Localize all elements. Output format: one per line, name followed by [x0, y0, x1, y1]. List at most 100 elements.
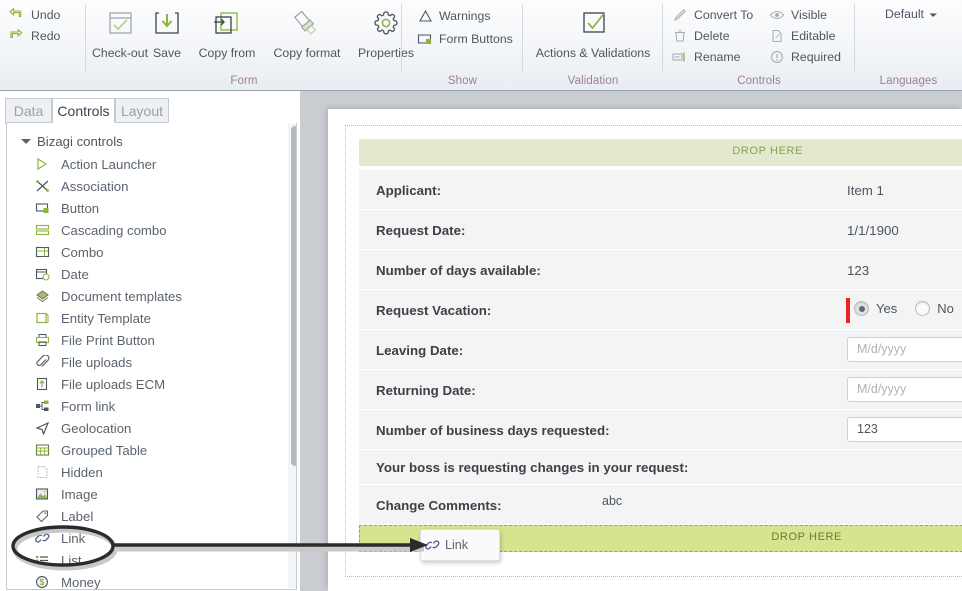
copy-from-button[interactable]: Copy from: [190, 4, 264, 62]
rename-icon: [671, 49, 689, 65]
form-buttons-toggle[interactable]: Form Buttons: [416, 31, 513, 47]
control-item-label: List: [61, 552, 82, 568]
drop-here-label: DROP HERE: [771, 531, 842, 543]
eye-icon: [768, 7, 786, 23]
undo-arrow-icon: [8, 7, 26, 23]
tree-root-bizagi-controls[interactable]: Bizagi controls: [21, 134, 123, 149]
control-item-label: File uploads ECM: [61, 376, 166, 392]
actions-validations-button[interactable]: Actions & Validations: [528, 4, 658, 62]
copy-format-button[interactable]: Copy format: [263, 4, 351, 62]
rename-button[interactable]: Rename: [671, 49, 740, 65]
control-item-label: Cascading combo: [61, 222, 167, 238]
form-row-business-days[interactable]: Number of business days requested: 123: [359, 410, 962, 449]
form-row-request-date[interactable]: Request Date: 1/1/1900: [359, 210, 962, 249]
editable-toggle[interactable]: Editable: [768, 28, 835, 44]
control-item-file-print-button[interactable]: File Print Button: [35, 329, 155, 351]
control-item-label: File uploads: [61, 354, 133, 370]
control-item-label-control[interactable]: Label: [35, 505, 93, 527]
redo-label: Redo: [31, 29, 61, 43]
application-window: Undo Redo Check-out Save Copy from Copy …: [0, 0, 962, 591]
form-row-days-available[interactable]: Number of days available: 123: [359, 250, 962, 289]
control-item-link[interactable]: Link: [35, 527, 85, 549]
ribbon-group-controls-label: Controls: [737, 75, 781, 87]
control-item-hidden[interactable]: Hidden: [35, 461, 103, 483]
form-row-leaving-date[interactable]: Leaving Date: M/d/yyyy: [359, 330, 962, 369]
form-row-boss-request[interactable]: Your boss is requesting changes in your …: [359, 450, 962, 484]
drag-ghost-link[interactable]: Link: [420, 529, 500, 561]
scrollbar-thumb[interactable]: [291, 126, 296, 466]
control-item-grouped-table[interactable]: Grouped Table: [35, 439, 147, 461]
convert-to-button[interactable]: Convert To: [671, 7, 753, 23]
control-item-combo[interactable]: Combo: [35, 241, 104, 263]
warning-triangle-icon: [416, 8, 434, 24]
controls-tree-scrollbar[interactable]: [288, 124, 296, 588]
control-item-document-templates[interactable]: Document templates: [35, 285, 182, 307]
form-row-applicant[interactable]: Applicant: Item 1: [359, 170, 962, 209]
language-dropdown-label: Default: [885, 7, 924, 21]
control-item-file-uploads[interactable]: File uploads: [35, 351, 132, 373]
control-item-action-launcher[interactable]: Action Launcher: [35, 153, 156, 175]
field-value: Item 1: [847, 183, 884, 198]
control-item-geolocation[interactable]: Geolocation: [35, 417, 131, 439]
rename-label: Rename: [694, 50, 741, 64]
control-item-cascading-combo[interactable]: Cascading combo: [35, 219, 167, 241]
field-label: Request Date:: [376, 223, 466, 238]
field-label: Applicant:: [376, 183, 442, 198]
redo-button[interactable]: Redo: [8, 28, 60, 44]
control-item-date[interactable]: Date: [35, 263, 89, 285]
delete-button[interactable]: Delete: [671, 28, 730, 44]
control-item-label: Image: [61, 486, 98, 502]
radio-no[interactable]: [915, 301, 931, 316]
tab-layout[interactable]: Layout: [115, 98, 169, 123]
visible-label: Visible: [791, 8, 828, 22]
tab-controls[interactable]: Controls: [52, 98, 115, 123]
field-value: 1/1/1900: [847, 223, 899, 238]
control-item-form-link[interactable]: Form link: [35, 395, 115, 417]
form-row-change-comments[interactable]: Change Comments: abc: [359, 485, 962, 524]
control-item-button[interactable]: Button: [35, 197, 99, 219]
ribbon-group-show-label: Show: [447, 75, 478, 87]
leaving-date-input[interactable]: M/d/yyyy: [847, 337, 962, 362]
trash-icon: [671, 28, 689, 44]
required-toggle[interactable]: Required: [768, 49, 841, 65]
returning-date-input[interactable]: M/d/yyyy: [847, 377, 962, 402]
chevron-down-icon: [929, 7, 938, 21]
caret-down-icon[interactable]: [21, 139, 31, 144]
ribbon-group-languages-label: Languages: [879, 75, 938, 87]
undo-button[interactable]: Undo: [8, 7, 60, 23]
control-item-image[interactable]: Image: [35, 483, 98, 505]
save-label: Save: [152, 46, 182, 60]
drop-zone-top[interactable]: DROP HERE: [359, 139, 962, 166]
control-item-association[interactable]: Association: [35, 175, 128, 197]
language-dropdown[interactable]: Default: [885, 7, 938, 21]
tab-data[interactable]: Data: [5, 98, 52, 123]
delete-label: Delete: [694, 29, 730, 43]
warnings-toggle[interactable]: Warnings: [416, 8, 490, 24]
control-item-file-uploads-ecm[interactable]: File uploads ECM: [35, 373, 165, 395]
actions-validations-label: Actions & Validations: [535, 46, 651, 60]
control-item-entity-template[interactable]: Entity Template: [35, 307, 151, 329]
drag-ghost-label: Link: [445, 538, 469, 552]
radio-yes[interactable]: [854, 301, 869, 316]
required-label: Required: [791, 50, 841, 64]
control-item-label: Geolocation: [61, 420, 132, 436]
convert-pencil-icon: [671, 7, 689, 23]
field-label: Returning Date:: [376, 383, 476, 398]
business-days-input[interactable]: 123: [847, 417, 962, 442]
control-item-list[interactable]: List: [35, 549, 82, 571]
form-row-request-vacation[interactable]: Request Vacation: Yes No: [359, 290, 962, 329]
control-item-label: Action Launcher: [61, 156, 157, 172]
copy-from-label: Copy from: [198, 46, 256, 60]
visible-toggle[interactable]: Visible: [768, 7, 827, 23]
list-icon: [35, 552, 55, 568]
control-item-label: Label: [61, 508, 94, 524]
radio-group-request-vacation[interactable]: Yes No: [854, 301, 962, 316]
control-item-label: File Print Button: [61, 332, 155, 348]
save-button[interactable]: Save: [143, 4, 191, 62]
form-row-returning-date[interactable]: Returning Date: M/d/yyyy: [359, 370, 962, 409]
control-item-money[interactable]: Money: [35, 571, 101, 589]
convert-to-label: Convert To: [694, 8, 754, 22]
button-icon: [35, 200, 55, 216]
chain-link-icon: [35, 530, 55, 546]
control-item-label: Link: [61, 530, 86, 546]
